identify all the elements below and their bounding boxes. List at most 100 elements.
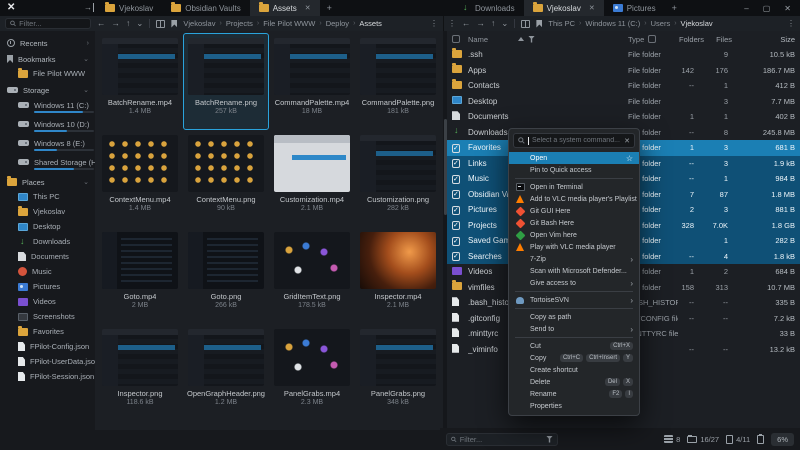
menu-item-git-bash-here[interactable]: Git Bash Here [509,217,639,229]
select-all-checkbox[interactable] [452,35,460,43]
checkbox-checked-icon[interactable]: ✓ [452,159,460,168]
sidebar-item-favorites[interactable]: Favorites [0,324,95,339]
new-tab-button[interactable]: + [665,0,684,16]
menu-item-copy-as-path[interactable]: Copy as path [509,311,639,323]
checkbox-checked-icon[interactable]: ✓ [452,190,460,199]
tab-close-icon[interactable]: ✕ [589,4,595,12]
menu-item-open-in-terminal[interactable]: Open in Terminal [509,181,639,193]
command-search-box[interactable]: Select a system command... ✕ [513,133,635,148]
menu-item-7-zip[interactable]: 7-Zip› [509,253,639,265]
menu-item-send-to[interactable]: Send to› [509,323,639,335]
grid-item-customization-png[interactable]: Customization.png282 kB [355,130,441,227]
checkbox-checked-icon[interactable]: ✓ [452,175,460,184]
chevron-down-icon[interactable]: ⌄ [83,55,89,63]
clipboard-icon[interactable] [757,435,764,444]
column-header-files[interactable]: Files [706,35,736,44]
menu-item-scan-with-microsoft-defender[interactable]: Scan with Microsoft Defender... [509,265,639,277]
left-more-icon[interactable]: ⋮ [430,19,438,28]
breadcrumb-vjekoslav[interactable]: Vjekoslav [681,19,713,28]
menu-item-add-to-vlc-media-player-s-playlist[interactable]: Add to VLC media player's Playlist [509,193,639,205]
menu-item-properties[interactable]: Properties [509,400,639,412]
menu-item-copy[interactable]: CopyCtrl+CCtrl+InsertY [509,352,639,364]
sidebar-section-header-bookmarks[interactable]: Bookmarks⌄ [0,52,95,66]
menu-item-tortoisesvn[interactable]: TortoiseSVN› [509,294,639,306]
right-filter-input[interactable] [460,435,543,444]
filter-icon[interactable] [528,36,535,43]
grid-item-batchrename-png[interactable]: BatchRename.png257 kB [183,33,269,130]
send-to-pane-icon[interactable]: → [84,3,94,12]
sidebar-item-downloads[interactable]: Downloads [0,234,95,249]
history-dropdown-icon[interactable]: ⌄ [501,16,508,31]
right-more-icon[interactable]: ⋮ [787,19,795,28]
breadcrumb-file-pilot-www[interactable]: File Pilot WWW [263,19,315,28]
table-row-contacts[interactable]: ContactsFile folder--1412 B [447,78,800,94]
menu-item-give-access-to[interactable]: Give access to› [509,277,639,289]
checkbox-checked-icon[interactable]: ✓ [452,144,460,153]
right-pane-menu-icon[interactable]: ⋮ [448,19,456,28]
back-button[interactable]: ← [97,16,106,31]
type-group-icon[interactable] [648,35,656,43]
grid-item-inspector-mp4[interactable]: Inspector.mp42.1 MB [355,227,441,324]
sidebar-item-windows-10-d[interactable]: Windows 10 (D:) [0,116,95,135]
sidebar-item-fpilot-userdata-json[interactable]: FPilot-UserData.json [0,354,95,369]
bookmark-icon[interactable] [171,20,177,28]
menu-item-open-vim-here[interactable]: Open Vim here [509,229,639,241]
column-header-name[interactable]: Name [468,35,488,44]
new-tab-button[interactable]: + [320,0,339,16]
sidebar-item-fpilot-session-json[interactable]: FPilot-Session.json [0,369,95,384]
tab-close-icon[interactable]: ✕ [305,4,311,12]
table-row-apps[interactable]: AppsFile folder142176186.7 MB [447,63,800,79]
grid-item-griditemtext-png[interactable]: GridItemText.png178.5 kB [269,227,355,324]
sidebar-item-shared-storage-h[interactable]: Shared Storage (H:) [0,154,95,173]
grid-item-panelgrabs-mp4[interactable]: PanelGrabs.mp42.3 MB [269,324,355,421]
history-dropdown-icon[interactable]: ⌄ [136,16,143,31]
grid-item-goto-png[interactable]: Goto.png266 kB [183,227,269,324]
forward-button[interactable]: → [112,16,121,31]
columns-view-icon[interactable] [156,20,165,28]
sidebar-item-windows-11-c[interactable]: Windows 11 (C:) [0,97,95,116]
back-button[interactable]: ← [462,16,471,31]
column-header-type[interactable]: Type [628,35,644,44]
breadcrumb-deploy[interactable]: Deploy [326,19,349,28]
sidebar-item-pictures[interactable]: Pictures [0,279,95,294]
up-button[interactable]: ↑ [491,16,495,31]
sidebar-item-documents[interactable]: Documents [0,249,95,264]
table-row-documents[interactable]: DocumentsFile folder11402 B [447,109,800,125]
menu-item-pin-to-quick-access[interactable]: Pin to Quick access [509,164,639,176]
close-button[interactable]: ✕ [784,4,791,13]
breadcrumb-projects[interactable]: Projects [226,19,253,28]
grid-item-commandpalette-mp4[interactable]: CommandPalette.mp418 MB [269,33,355,130]
menu-item-delete[interactable]: DeleteDelX [509,376,639,388]
columns-view-icon[interactable] [521,20,530,28]
sidebar-item-fpilot-config-json[interactable]: FPilot-Config.json [0,339,95,354]
tab-assets[interactable]: Assets✕ [250,0,320,16]
sidebar-item-videos[interactable]: Videos [0,294,95,309]
left-filter-box[interactable] [5,18,91,29]
grid-item-contextmenu-png[interactable]: ContextMenu.png90 kB [183,130,269,227]
chevron-down-icon[interactable]: ⌄ [83,178,89,186]
tab-vjekoslav[interactable]: Vjekoslav [96,0,162,16]
tab-downloads[interactable]: Downloads [452,0,524,16]
menu-item-create-shortcut[interactable]: Create shortcut [509,364,639,376]
menu-item-play-with-vlc-media-player[interactable]: Play with VLC media player [509,241,639,253]
grid-item-commandpalette-png[interactable]: CommandPalette.png181 kB [355,33,441,130]
sidebar-item-desktop[interactable]: Desktop [0,219,95,234]
checkbox-checked-icon[interactable]: ✓ [452,252,460,261]
checkbox-checked-icon[interactable]: ✓ [452,221,460,230]
grid-item-opengraphheader-png[interactable]: OpenGraphHeader.png1.2 MB [183,324,269,421]
minimize-button[interactable]: – [744,4,748,13]
tab-obsidian-vaults[interactable]: Obsidian Vaults [162,0,249,16]
table-row-desktop[interactable]: DesktopFile folder37.7 MB [447,94,800,110]
column-header-folders[interactable]: Folders [678,35,706,44]
menu-item-cut[interactable]: CutCtrl+X [509,340,639,352]
sidebar-item-vjekoslav[interactable]: Vjekoslav [0,204,95,219]
checkbox-checked-icon[interactable]: ✓ [452,206,460,215]
checkbox-checked-icon[interactable]: ✓ [452,237,460,246]
filter-options-icon[interactable] [546,436,553,443]
grid-item-goto-mp4[interactable]: Goto.mp42 MB [97,227,183,324]
sidebar-section-header-recents[interactable]: Recents› [0,36,95,50]
sidebar-item-this-pc[interactable]: This PC [0,189,95,204]
column-header-size[interactable]: Size [736,35,800,44]
usage-percent-badge[interactable]: 6% [771,433,794,446]
menu-item-rename[interactable]: RenameF2I [509,388,639,400]
